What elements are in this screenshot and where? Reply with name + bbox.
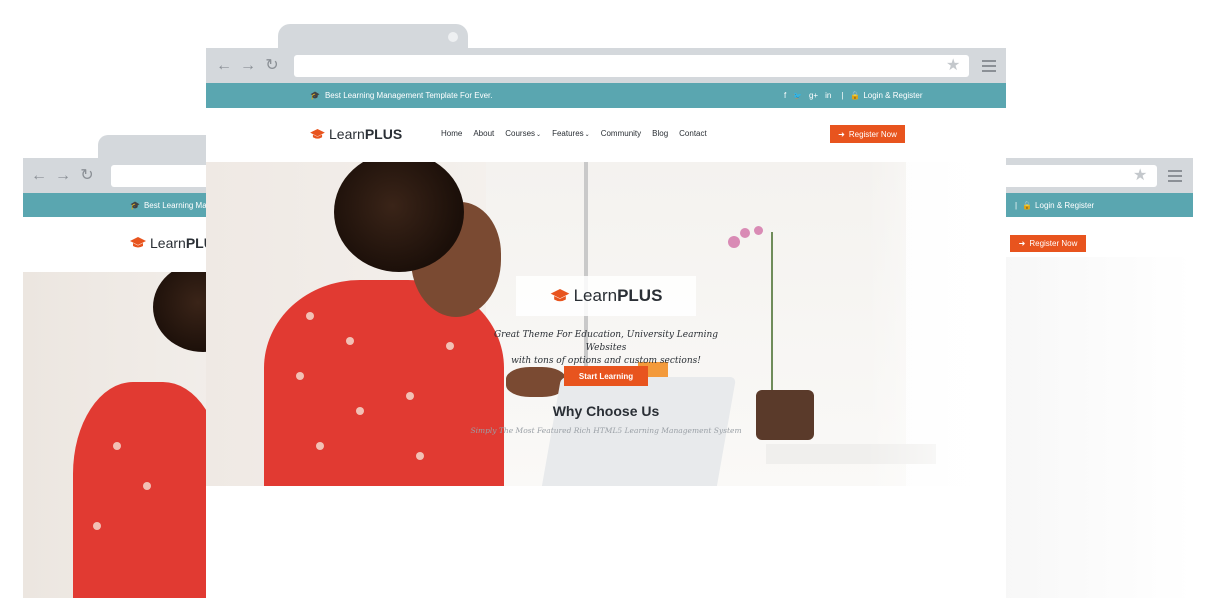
topbar-tagline-left: Best Learning Ma bbox=[143, 200, 207, 210]
site-logo[interactable]: Learn PLUS bbox=[310, 126, 402, 142]
graduation-cap-icon: 🎓 bbox=[310, 91, 320, 100]
address-bar-main[interactable] bbox=[294, 55, 969, 77]
graduation-cap-icon: 🎓 bbox=[130, 200, 140, 210]
start-learning-button[interactable]: Start Learning bbox=[564, 366, 648, 386]
hero-section: Learn PLUS Great Theme For Education, Uni… bbox=[206, 162, 1006, 486]
register-button-right[interactable]: ➜ Register Now bbox=[1010, 235, 1086, 252]
logo-text-light: Learn bbox=[329, 126, 365, 142]
nav-contact[interactable]: Contact bbox=[679, 129, 707, 138]
nav-home[interactable]: Home bbox=[441, 129, 462, 138]
tab-dot bbox=[448, 32, 458, 42]
browser-window-left: ← → ↻ 🎓 Best Learning Ma Learn PLUS bbox=[23, 135, 248, 598]
nav-courses[interactable]: Courses⌄ bbox=[505, 129, 541, 138]
forward-icon[interactable]: → bbox=[236, 57, 260, 74]
nav-about[interactable]: About bbox=[473, 129, 494, 138]
register-button-label: Register Now bbox=[848, 129, 897, 139]
twitter-icon[interactable]: 🐦 bbox=[793, 92, 802, 100]
sign-in-icon: ➜ bbox=[1018, 239, 1026, 248]
nav-features-label: Features bbox=[552, 129, 584, 138]
graduation-cap-icon bbox=[130, 237, 146, 249]
forward-icon[interactable]: → bbox=[51, 167, 75, 184]
logo-text-bold: PLUS bbox=[617, 286, 663, 305]
hero-image-left bbox=[23, 272, 223, 598]
logo-text-light: Learn bbox=[573, 286, 618, 305]
social-links: f 🐦 g+ in | 🔒 Login & Register bbox=[784, 91, 923, 100]
nav-community[interactable]: Community bbox=[601, 129, 641, 138]
bookmark-star-icon[interactable]: ★ bbox=[946, 58, 960, 74]
menu-icon[interactable] bbox=[1168, 170, 1182, 185]
register-button-label: Register Now bbox=[1029, 239, 1078, 248]
why-section bbox=[206, 486, 1006, 598]
bookmark-star-icon[interactable]: ★ bbox=[1133, 168, 1147, 184]
sign-in-icon: ➜ bbox=[838, 129, 845, 139]
nav-blog[interactable]: Blog bbox=[652, 129, 668, 138]
browser-window-right: ★ | 🔒 Login & Register ➜ Register Now bbox=[1000, 158, 1193, 598]
topbar-divider: | bbox=[841, 91, 844, 100]
nav-courses-label: Courses bbox=[505, 129, 536, 138]
menu-icon[interactable] bbox=[982, 60, 996, 75]
chevron-down-icon: ⌄ bbox=[584, 132, 590, 138]
topbar-right: | 🔒 Login & Register bbox=[1000, 193, 1193, 217]
topbar: 🎓 Best Learning Management Template For … bbox=[206, 83, 1006, 108]
hero-tagline-line1: Great Theme For Education, University Le… bbox=[493, 330, 719, 353]
register-now-button[interactable]: ➜ Register Now bbox=[830, 125, 905, 143]
nav-features[interactable]: Features⌄ bbox=[552, 129, 590, 138]
facebook-icon[interactable]: f bbox=[784, 91, 786, 100]
why-title: Why Choose Us bbox=[552, 403, 660, 419]
reload-icon[interactable]: ↻ bbox=[260, 57, 284, 74]
hero-logo-panel: Learn PLUS bbox=[516, 276, 696, 316]
logo-text-light: Learn bbox=[150, 235, 186, 251]
linkedin-icon[interactable]: in bbox=[825, 91, 831, 100]
topbar-tagline: Best Learning Management Template For Ev… bbox=[324, 91, 493, 100]
back-icon[interactable]: ← bbox=[212, 57, 236, 74]
hero-tagline: Great Theme For Education, University Le… bbox=[476, 329, 736, 368]
topbar-divider: | bbox=[1015, 200, 1018, 210]
main-nav: Home About Courses⌄ Features⌄ Community … bbox=[441, 129, 707, 138]
hero-logo: Learn PLUS bbox=[550, 286, 663, 306]
graduation-cap-icon bbox=[550, 289, 570, 303]
browser-window-main: ← → ↻ ★ 🎓 Best Learning Management Templ… bbox=[206, 24, 1006, 598]
start-learning-label: Start Learning bbox=[578, 371, 634, 381]
back-icon[interactable]: ← bbox=[27, 167, 51, 184]
reload-icon[interactable]: ↻ bbox=[75, 167, 99, 184]
login-register-link[interactable]: Login & Register bbox=[863, 91, 922, 100]
lock-icon: 🔒 bbox=[1022, 200, 1033, 210]
topbar-left: 🎓 Best Learning Ma bbox=[23, 193, 223, 217]
hero-image-right bbox=[1000, 257, 1193, 598]
lock-icon: 🔒 bbox=[850, 91, 861, 100]
why-subtitle: Simply The Most Featured Rich HTML5 Lear… bbox=[470, 426, 742, 435]
login-register-link-right[interactable]: Login & Register bbox=[1035, 201, 1094, 210]
google-plus-icon[interactable]: g+ bbox=[809, 91, 818, 100]
chevron-down-icon: ⌄ bbox=[536, 132, 542, 138]
logo-text-bold: PLUS bbox=[364, 126, 403, 142]
graduation-cap-icon bbox=[310, 128, 325, 140]
